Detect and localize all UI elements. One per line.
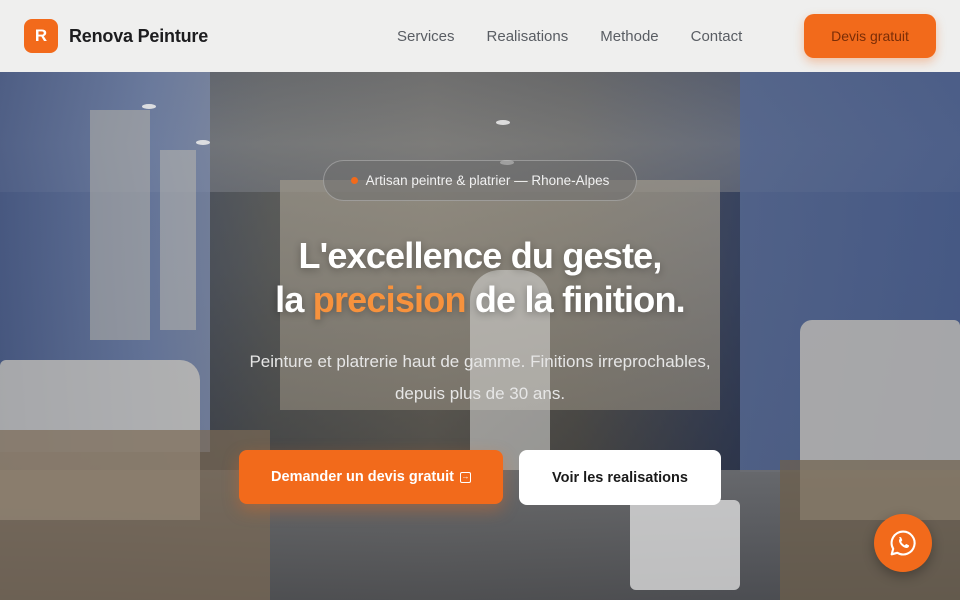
hero-badge: Artisan peintre & platrier — Rhone-Alpes: [323, 160, 637, 201]
request-quote-label: Demander un devis gratuit: [271, 469, 454, 485]
subtitle-line-2: depuis plus de 30 ans.: [394, 384, 566, 403]
badge-dot-icon: [350, 177, 358, 184]
nav-item-methode[interactable]: Methode: [600, 28, 658, 45]
headline-accent-word: precision: [312, 279, 467, 320]
whatsapp-button[interactable]: [874, 514, 932, 572]
ceiling-light: [196, 140, 210, 145]
headline-line-2-prefix: la: [275, 279, 304, 320]
hero-cabinet: [0, 430, 270, 600]
hero-paint-bucket: [630, 500, 740, 590]
subtitle-line-1: Peinture et platrerie haut de gamme. Fin…: [249, 352, 711, 371]
whatsapp-icon: [890, 530, 916, 556]
hero-headline: L'excellence du geste, la precision de l…: [0, 234, 960, 322]
main-nav: Services Realisations Methode Contact: [397, 0, 742, 72]
header-quote-button[interactable]: Devis gratuit: [804, 14, 936, 58]
logo-mark[interactable]: R: [24, 19, 58, 53]
headline-line-2-suffix: de la finition.: [474, 279, 686, 320]
site-header: R Renova Peinture Services Realisations …: [0, 0, 960, 72]
hero-badge-text: Artisan peintre & platrier — Rhone-Alpes: [365, 173, 610, 188]
hero-subtitle: Peinture et platrerie haut de gamme. Fin…: [0, 346, 960, 410]
nav-item-contact[interactable]: Contact: [691, 28, 743, 45]
view-realisations-button[interactable]: Voir les realisations: [519, 450, 721, 505]
nav-item-services[interactable]: Services: [397, 28, 455, 45]
logo-text[interactable]: Renova Peinture: [69, 26, 208, 47]
ceiling-light: [496, 120, 510, 125]
ceiling-light: [142, 104, 156, 109]
hero-cabinet: [780, 460, 960, 600]
request-quote-button[interactable]: Demander un devis gratuit →: [239, 450, 503, 504]
arrow-right-icon: →: [459, 471, 471, 483]
nav-item-realisations[interactable]: Realisations: [487, 28, 569, 45]
headline-line-1: L'excellence du geste,: [298, 235, 662, 276]
